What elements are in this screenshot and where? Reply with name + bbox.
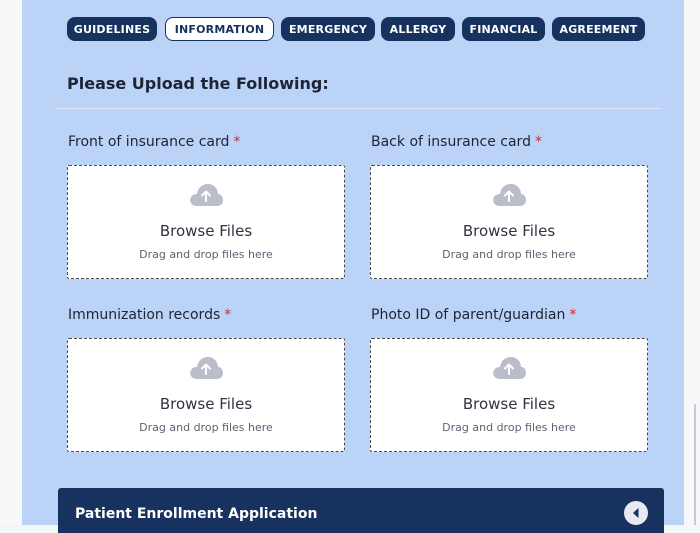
cloud-upload-icon xyxy=(493,357,526,379)
accordion-toggle-button[interactable] xyxy=(624,501,648,525)
tab-information[interactable]: INFORMATION xyxy=(165,17,274,41)
immunization-label: Immunization records * xyxy=(68,307,231,323)
scrollbar[interactable] xyxy=(694,404,696,525)
drag-drop-hint: Drag and drop files here xyxy=(139,248,273,261)
patient-enrollment-accordion[interactable]: Patient Enrollment Application xyxy=(58,488,664,533)
tab-financial[interactable]: FINANCIAL xyxy=(462,17,545,41)
required-marker: * xyxy=(534,134,542,150)
drag-drop-hint: Drag and drop files here xyxy=(442,248,576,261)
front-insurance-dropzone[interactable]: Browse Files Drag and drop files here xyxy=(67,165,345,279)
left-margin xyxy=(0,0,22,525)
field-label-text: Front of insurance card xyxy=(68,134,230,150)
back-insurance-label: Back of insurance card * xyxy=(371,134,542,150)
chevron-left-icon xyxy=(633,508,639,518)
tab-guidelines[interactable]: GUIDELINES xyxy=(67,17,157,41)
browse-files-link[interactable]: Browse Files xyxy=(371,395,647,413)
cloud-upload-icon xyxy=(190,357,223,379)
photo-id-dropzone[interactable]: Browse Files Drag and drop files here xyxy=(370,338,648,452)
drag-drop-hint: Drag and drop files here xyxy=(139,421,273,434)
tab-emergency[interactable]: EMERGENCY xyxy=(281,17,375,41)
front-insurance-label: Front of insurance card * xyxy=(68,134,240,150)
field-label-text: Photo ID of parent/guardian xyxy=(371,307,566,323)
browse-files-link[interactable]: Browse Files xyxy=(68,222,344,240)
field-label-text: Immunization records xyxy=(68,307,221,323)
tab-allergy[interactable]: ALLERGY xyxy=(381,17,455,41)
section-divider xyxy=(55,108,661,109)
photo-id-label: Photo ID of parent/guardian * xyxy=(371,307,576,323)
required-marker: * xyxy=(233,134,241,150)
cloud-upload-icon xyxy=(493,184,526,206)
browse-files-link[interactable]: Browse Files xyxy=(68,395,344,413)
tab-agreement[interactable]: AGREEMENT xyxy=(552,17,645,41)
back-insurance-dropzone[interactable]: Browse Files Drag and drop files here xyxy=(370,165,648,279)
drag-drop-hint: Drag and drop files here xyxy=(442,421,576,434)
right-margin xyxy=(684,0,700,525)
enrollment-form-panel: GUIDELINES INFORMATION EMERGENCY ALLERGY… xyxy=(22,0,684,533)
cloud-upload-icon xyxy=(190,184,223,206)
browse-files-link[interactable]: Browse Files xyxy=(371,222,647,240)
required-marker: * xyxy=(224,307,232,323)
field-label-text: Back of insurance card xyxy=(371,134,531,150)
accordion-title: Patient Enrollment Application xyxy=(75,506,318,522)
upload-section-heading: Please Upload the Following: xyxy=(67,74,329,93)
required-marker: * xyxy=(569,307,577,323)
immunization-dropzone[interactable]: Browse Files Drag and drop files here xyxy=(67,338,345,452)
